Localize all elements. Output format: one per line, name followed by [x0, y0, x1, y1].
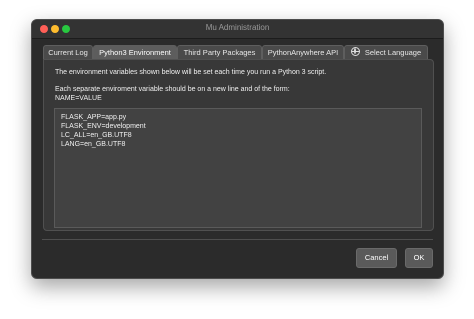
ok-button[interactable]: OK	[405, 248, 433, 268]
tab-select-language[interactable]: Select Language	[344, 45, 428, 59]
env-variable-line: FLASK_ENV=development	[61, 123, 146, 130]
admin-window: Mu Administration Current Log Python3 En…	[31, 19, 444, 279]
python3-environment-panel: The environment variables shown below wi…	[43, 59, 434, 231]
tab-label: Third Party Packages	[183, 48, 256, 57]
env-variable-list: FLASK_APP=app.py FLASK_ENV=development L…	[55, 109, 421, 149]
title-bar[interactable]: Mu Administration	[32, 20, 443, 39]
tab-pythonanywhere-api[interactable]: PythonAnywhere API	[262, 45, 344, 59]
env-variable-line: LANG=en_GB.UTF8	[61, 141, 126, 148]
env-variable-line: FLASK_APP=app.py	[61, 114, 127, 121]
instructions: The environment variables shown below wi…	[55, 68, 425, 103]
tab-label: Current Log	[48, 48, 88, 57]
cancel-button[interactable]: Cancel	[356, 248, 397, 268]
format-instruction-text: Each separate enviroment variable should…	[55, 86, 290, 93]
tab-label: PythonAnywhere API	[267, 48, 339, 57]
tab-current-log[interactable]: Current Log	[43, 45, 93, 59]
tab-third-party-packages[interactable]: Third Party Packages	[177, 45, 262, 59]
divider	[42, 239, 433, 240]
intro-text: The environment variables shown below wi…	[55, 69, 327, 76]
window-title: Mu Administration	[205, 23, 270, 32]
env-variable-line: LC_ALL=en_GB.UTF8	[61, 132, 132, 139]
tab-label: Select Language	[364, 48, 422, 57]
globe-icon	[350, 47, 360, 56]
environment-variables-textarea[interactable]: FLASK_APP=app.py FLASK_ENV=development L…	[54, 108, 422, 228]
tab-label: Python3 Environment	[99, 48, 171, 57]
format-example-text: NAME=VALUE	[55, 95, 102, 102]
tab-python3-environment[interactable]: Python3 Environment	[93, 45, 177, 59]
